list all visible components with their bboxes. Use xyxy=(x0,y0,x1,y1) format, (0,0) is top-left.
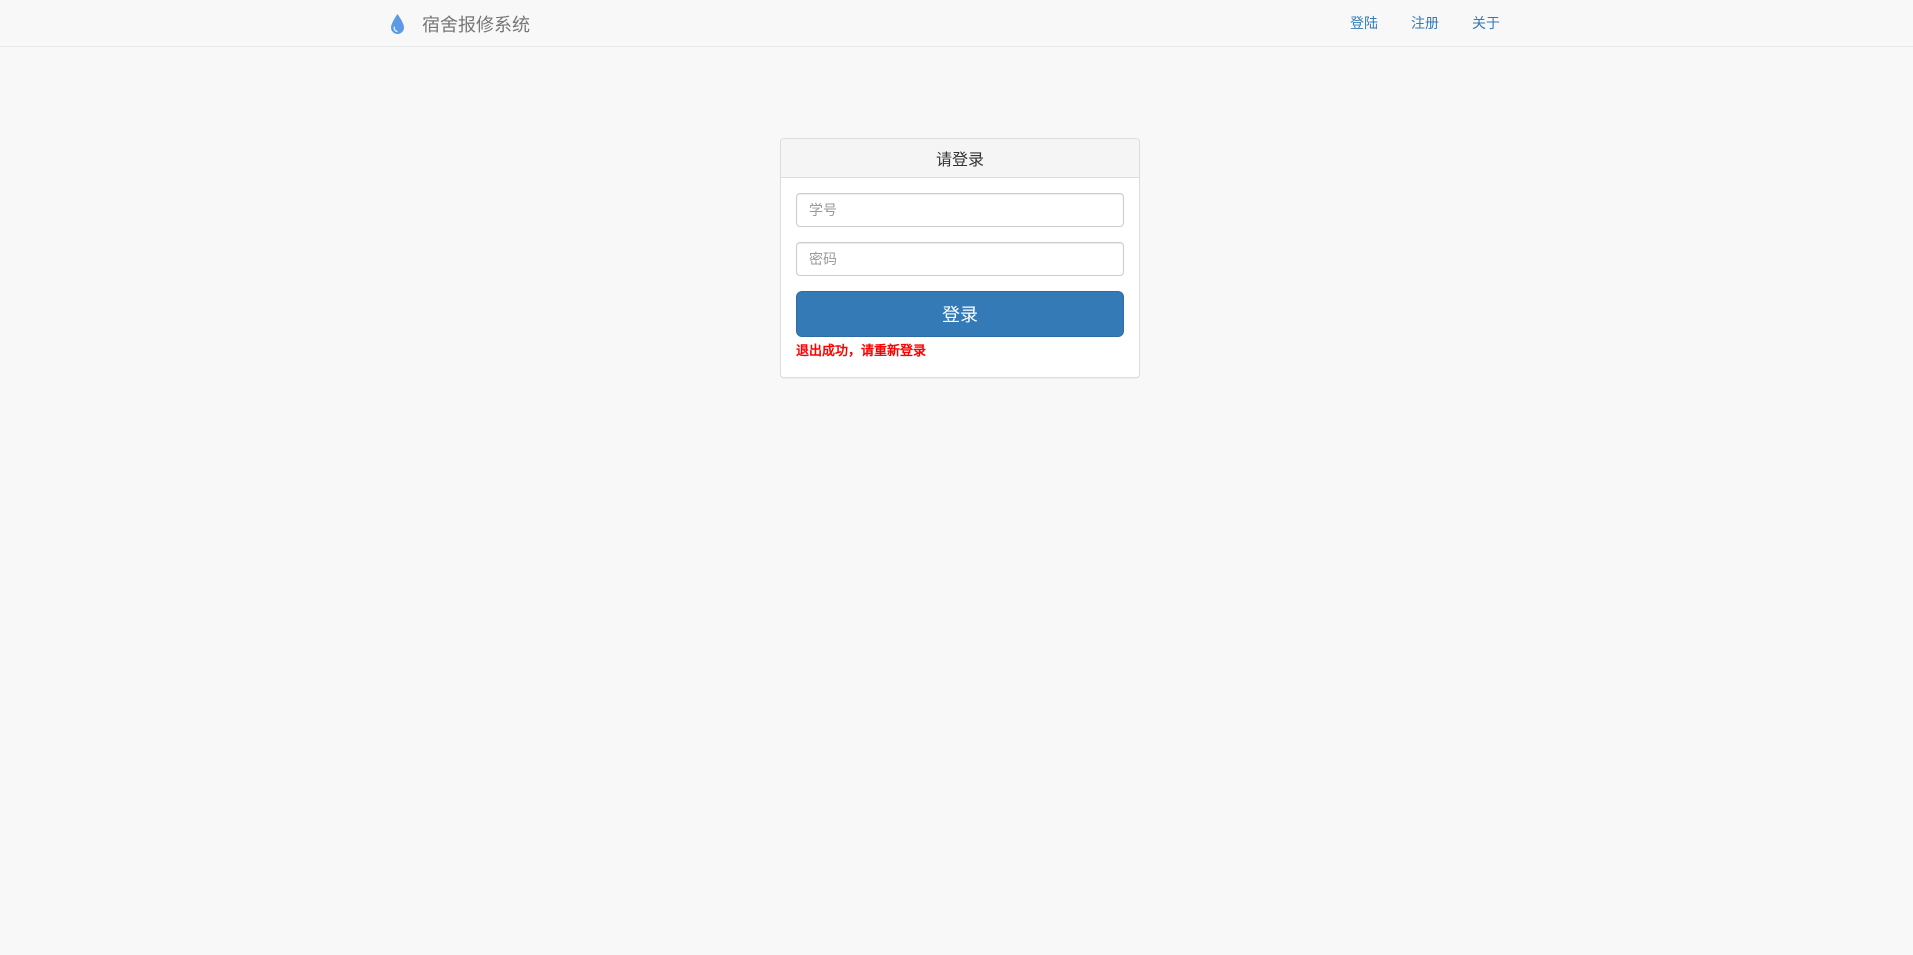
login-form: 登录 退出成功，请重新登录 xyxy=(781,178,1139,359)
login-submit-button[interactable]: 登录 xyxy=(796,291,1124,337)
login-panel-heading: 请登录 xyxy=(781,139,1139,178)
nav-links: 登陆 注册 关于 xyxy=(1350,0,1500,45)
top-navbar: 宿舍报修系统 登陆 注册 关于 xyxy=(0,0,1913,47)
logout-status-message: 退出成功，请重新登录 xyxy=(796,343,927,358)
student-id-input[interactable] xyxy=(796,193,1124,227)
password-input[interactable] xyxy=(796,242,1124,276)
nav-about-link[interactable]: 关于 xyxy=(1472,13,1500,33)
nav-login-link[interactable]: 登陆 xyxy=(1350,13,1378,33)
brand-title: 宿舍报修系统 xyxy=(422,14,530,35)
nav-register-link[interactable]: 注册 xyxy=(1411,13,1439,33)
brand-link[interactable]: 宿舍报修系统 xyxy=(389,0,530,47)
water-drop-icon xyxy=(389,13,406,35)
login-panel-title: 请登录 xyxy=(935,152,984,169)
login-panel: 请登录 登录 退出成功，请重新登录 xyxy=(780,138,1140,378)
